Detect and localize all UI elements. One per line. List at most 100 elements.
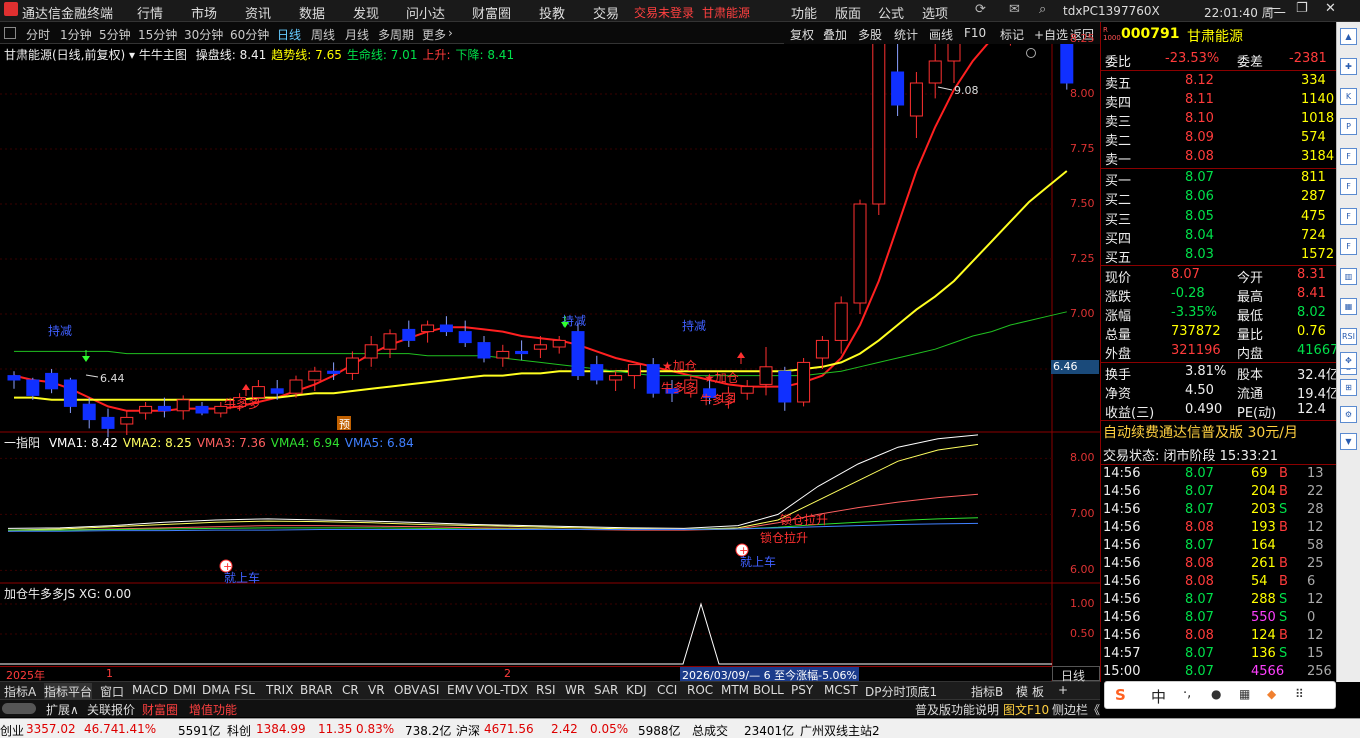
ext-图文F10[interactable]: 图文F10: [1003, 701, 1049, 718]
ime-punct[interactable]: ·,: [1183, 686, 1191, 701]
menu-item-交易[interactable]: 交易: [593, 3, 619, 22]
tab-MCST[interactable]: MCST: [824, 683, 858, 697]
tab-BRAR[interactable]: BRAR: [300, 683, 333, 697]
sub1-title[interactable]: 一指阳: [4, 436, 40, 450]
grid-icon[interactable]: ⊞: [1340, 379, 1357, 396]
tab-SAR[interactable]: SAR: [594, 683, 618, 697]
menu-item-数据[interactable]: 数据: [299, 3, 325, 22]
f2-icon[interactable]: F: [1340, 148, 1357, 165]
keyboard-icon[interactable]: ▦: [1239, 687, 1250, 701]
tab-PSY[interactable]: PSY: [791, 683, 813, 697]
ext-侧边栏[interactable]: 侧边栏《: [1052, 701, 1100, 718]
minimize-icon[interactable]: —: [1268, 1, 1281, 16]
toolbar-叠加[interactable]: 叠加: [823, 26, 847, 43]
plus-icon[interactable]: ✚: [1340, 58, 1357, 75]
k-icon[interactable]: K: [1340, 88, 1357, 105]
tab-TRIX[interactable]: TRIX: [266, 683, 293, 697]
period-分时[interactable]: 分时: [26, 26, 50, 43]
ext-普及版功能说明[interactable]: 普及版功能说明: [915, 701, 999, 718]
menu-item-选项[interactable]: 选项: [922, 3, 948, 22]
sogou-logo-icon[interactable]: S: [1115, 686, 1126, 704]
chart2-icon[interactable]: ▦: [1340, 298, 1357, 315]
toolbar-F10[interactable]: F10: [964, 26, 986, 40]
message-icon[interactable]: ✉: [1009, 2, 1020, 17]
period-day-label[interactable]: 日线: [1052, 666, 1100, 683]
tab-ASI[interactable]: ASI: [420, 683, 439, 697]
skin-icon[interactable]: ◆: [1267, 687, 1276, 701]
tab-VR[interactable]: VR: [368, 683, 385, 697]
search-icon[interactable]: ⌕: [1039, 2, 1046, 17]
tab-RSI[interactable]: RSI: [536, 683, 556, 697]
ext-扩展[interactable]: 扩展∧: [46, 701, 79, 718]
menu-item-公式[interactable]: 公式: [878, 3, 904, 22]
tab-right-1[interactable]: 模: [1016, 683, 1028, 700]
tab-DMI[interactable]: DMI: [173, 683, 196, 697]
menu-item-发现[interactable]: 发现: [353, 3, 379, 22]
toolbar-自选[interactable]: +自选: [1034, 26, 1068, 43]
f3-icon[interactable]: F: [1340, 208, 1357, 225]
tab-DP分时顶底1[interactable]: DP分时顶底1: [865, 683, 937, 700]
menu-item-行情[interactable]: 行情: [137, 3, 163, 22]
tab-right-3[interactable]: +: [1058, 683, 1068, 697]
sub2-title[interactable]: 加仓牛多多JS: [4, 587, 75, 601]
promo-banner[interactable]: 自动续费通达信普及版 30元/月: [1101, 422, 1337, 443]
ext-关联报价[interactable]: 关联报价: [87, 701, 135, 718]
toolbar-多股[interactable]: 多股: [858, 26, 882, 43]
tab-right-2[interactable]: 板: [1032, 683, 1044, 700]
menu-item-问小达[interactable]: 问小达: [406, 3, 445, 22]
refresh-icon[interactable]: ⟳: [975, 2, 986, 17]
tab-MTM[interactable]: MTM: [721, 683, 749, 697]
tab-DMA[interactable]: DMA: [202, 683, 230, 697]
tab-WR[interactable]: WR: [565, 683, 585, 697]
mic-icon[interactable]: ●: [1211, 687, 1221, 701]
period-1min[interactable]: 1分钟: [60, 26, 92, 43]
period-more[interactable]: 更多: [422, 26, 446, 43]
period-5min[interactable]: 5分钟: [99, 26, 131, 43]
ext-增值功能[interactable]: 增值功能: [189, 701, 237, 718]
tab-EMV[interactable]: EMV: [447, 683, 473, 697]
maximize-icon[interactable]: ❐: [1296, 1, 1308, 16]
ext-财富圈[interactable]: 财富圈: [142, 701, 178, 718]
toolbar-画线[interactable]: 画线: [929, 26, 953, 43]
p-icon[interactable]: P: [1340, 118, 1357, 135]
period-multi[interactable]: 多周期: [378, 26, 414, 43]
chart-icon[interactable]: ▥: [1340, 268, 1357, 285]
menu-item-市场[interactable]: 市场: [191, 3, 217, 22]
layout-toggle-icon[interactable]: [4, 27, 16, 39]
period-day[interactable]: 日线: [277, 26, 301, 43]
move-icon[interactable]: ✥: [1340, 352, 1357, 369]
tab-CR[interactable]: CR: [342, 683, 359, 697]
tab-指标平台[interactable]: 指标平台: [44, 683, 93, 700]
period-60min[interactable]: 60分钟: [230, 26, 269, 43]
period-week[interactable]: 周线: [311, 26, 335, 43]
trade-login-status[interactable]: 交易未登录: [634, 4, 694, 21]
tab-BOLL[interactable]: BOLL: [753, 683, 784, 697]
toolbar-复权[interactable]: 复权: [790, 26, 814, 43]
tab-VOL-TDX[interactable]: VOL-TDX: [476, 683, 528, 697]
period-30min[interactable]: 30分钟: [184, 26, 223, 43]
tab-MACD[interactable]: MACD: [132, 683, 168, 697]
tab-指标A[interactable]: 指标A: [4, 683, 36, 700]
menu-item-投教[interactable]: 投教: [539, 3, 565, 22]
f4-icon[interactable]: F: [1340, 238, 1357, 255]
tab-CCI[interactable]: CCI: [657, 683, 677, 697]
toolbar-标记[interactable]: 标记: [1000, 26, 1024, 43]
scroll-toggle[interactable]: [2, 703, 36, 714]
tab-FSL[interactable]: FSL: [234, 683, 255, 697]
toolbar-统计[interactable]: 统计: [894, 26, 918, 43]
close-icon[interactable]: ✕: [1325, 1, 1336, 16]
menu-item-财富圈[interactable]: 财富圈: [472, 3, 511, 22]
f-icon[interactable]: F: [1340, 178, 1357, 195]
menu-item-功能[interactable]: 功能: [791, 3, 817, 22]
tab-ROC[interactable]: ROC: [687, 683, 713, 697]
tab-窗口[interactable]: 窗口: [100, 683, 124, 700]
server-name[interactable]: 广州双线主站2: [800, 722, 880, 738]
tab-KDJ[interactable]: KDJ: [626, 683, 647, 697]
period-month[interactable]: 月线: [345, 26, 369, 43]
tab-OBV[interactable]: OBV: [394, 683, 420, 697]
settings-icon[interactable]: ⚙: [1340, 406, 1357, 423]
menu-item-资讯[interactable]: 资讯: [245, 3, 271, 22]
grid-icon[interactable]: ⠿: [1295, 687, 1304, 701]
down-arrow-icon[interactable]: ▼: [1340, 433, 1357, 450]
tab-right-0[interactable]: 指标B: [971, 683, 1003, 700]
